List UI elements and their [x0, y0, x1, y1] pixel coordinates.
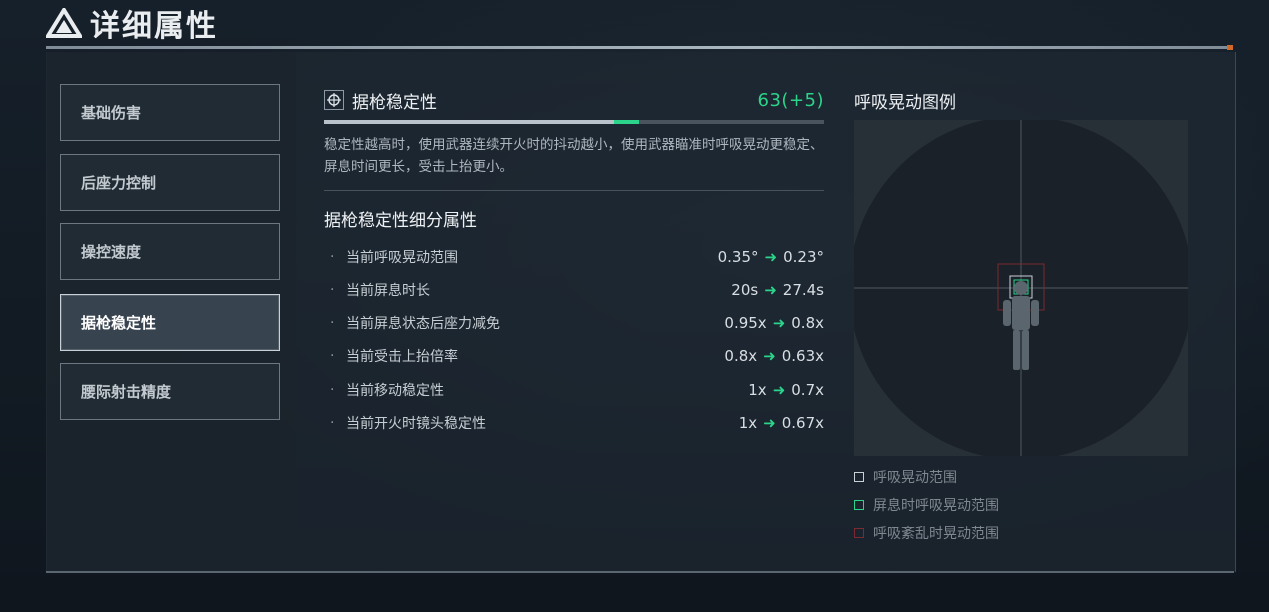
arrow-right-icon: ➜	[772, 381, 786, 399]
arrow-right-icon: ➜	[772, 314, 786, 332]
stat-progress-bonus	[614, 120, 639, 124]
attr-from: 1x	[738, 414, 758, 432]
swatch-icon	[854, 500, 864, 510]
section-divider	[324, 190, 824, 191]
legend-key-breath-disorder: 呼吸紊乱时晃动范围	[854, 523, 999, 543]
attr-from: 0.35°	[717, 248, 759, 266]
attr-label: 当前屏息状态后座力减免	[346, 316, 500, 332]
attr-from: 1x	[748, 381, 767, 399]
nav-item-hip-fire-accuracy[interactable]: 腰际射击精度	[60, 363, 280, 420]
stat-description: 稳定性越高时，使用武器连续开火时的抖动越小，使用武器瞄准时呼吸晃动更稳定、屏息时…	[324, 137, 824, 175]
attr-to: 27.4s	[782, 281, 824, 299]
attr-from: 20s	[731, 281, 759, 299]
nav-item-handling-speed[interactable]: 操控速度	[60, 223, 280, 280]
attr-label: 当前开火时镜头稳定性	[346, 416, 486, 432]
attr-to: 0.23°	[783, 248, 824, 266]
header-divider	[46, 45, 1233, 50]
legend-key-hold-breath: 屏息时呼吸晃动范围	[854, 495, 999, 515]
sway-diagram	[854, 120, 1188, 456]
attr-from: 0.95x	[724, 314, 767, 332]
attr-row-breath-sway: · 当前呼吸晃动范围 0.35° ➜ 0.23°	[330, 245, 824, 269]
arrow-right-icon: ➜	[763, 414, 776, 432]
nav-item-label: 基础伤害	[81, 104, 142, 122]
nav-item-label: 据枪稳定性	[81, 314, 157, 332]
attr-from: 0.8x	[724, 347, 758, 365]
stat-header: 据枪稳定性 63(+5)	[324, 86, 824, 114]
nav-item-aim-stability[interactable]: 据枪稳定性	[60, 294, 280, 351]
arrow-right-icon: ➜	[764, 281, 777, 299]
stat-value: 63(+5)	[757, 89, 824, 111]
sway-diagram-graphic	[854, 120, 1188, 456]
attr-label: 当前屏息时长	[346, 283, 430, 299]
legend-key-label: 屏息时呼吸晃动范围	[873, 498, 999, 514]
page-title: 详细属性	[90, 9, 218, 44]
stat-progress-bar	[324, 120, 824, 124]
logo-icon	[46, 8, 82, 38]
nav-item-label: 操控速度	[81, 243, 142, 261]
panel-bottom-line	[46, 571, 1234, 573]
swatch-icon	[854, 472, 864, 482]
legend-key-breath-sway: 呼吸晃动范围	[854, 467, 957, 487]
attr-to: 0.63x	[781, 347, 824, 365]
bullet-icon: ·	[330, 249, 335, 265]
bullet-icon: ·	[330, 282, 335, 298]
bullet-icon: ·	[330, 348, 335, 364]
attr-to: 0.8x	[791, 314, 824, 332]
attr-row-hold-breath-duration: · 当前屏息时长 20s ➜ 27.4s	[330, 278, 824, 302]
crosshair-icon	[324, 90, 344, 110]
nav-item-label: 腰际射击精度	[81, 383, 172, 401]
attr-label: 当前受击上抬倍率	[346, 349, 458, 365]
breakdown-title: 据枪稳定性细分属性	[324, 211, 477, 231]
bullet-icon: ·	[330, 415, 335, 431]
arrow-right-icon: ➜	[763, 347, 776, 365]
bullet-icon: ·	[330, 315, 335, 331]
legend-title: 呼吸晃动图例	[854, 93, 956, 113]
bullet-icon: ·	[330, 382, 335, 398]
attr-row-fire-camera-stability: · 当前开火时镜头稳定性 1x ➜ 0.67x	[330, 411, 824, 435]
swatch-icon	[854, 528, 864, 538]
arrow-right-icon: ➜	[764, 248, 778, 266]
attr-to: 0.67x	[781, 414, 824, 432]
legend-key-label: 呼吸紊乱时晃动范围	[873, 526, 999, 542]
nav-item-label: 后座力控制	[81, 174, 157, 192]
attr-row-hold-breath-recoil: · 当前屏息状态后座力减免 0.95x ➜ 0.8x	[330, 311, 824, 335]
attr-row-move-stability: · 当前移动稳定性 1x ➜ 0.7x	[330, 378, 824, 402]
legend-key-label: 呼吸晃动范围	[873, 470, 957, 486]
nav-item-base-damage[interactable]: 基础伤害	[60, 84, 280, 141]
stat-name: 据枪稳定性	[352, 92, 437, 113]
nav-item-recoil-control[interactable]: 后座力控制	[60, 154, 280, 211]
attr-to: 0.7x	[791, 381, 824, 399]
attr-label: 当前移动稳定性	[346, 383, 444, 399]
stat-progress-fill	[324, 120, 614, 124]
attr-row-hit-flinch: · 当前受击上抬倍率 0.8x ➜ 0.63x	[330, 344, 824, 368]
page-header: 详细属性	[46, 2, 218, 44]
attr-label: 当前呼吸晃动范围	[346, 250, 458, 266]
